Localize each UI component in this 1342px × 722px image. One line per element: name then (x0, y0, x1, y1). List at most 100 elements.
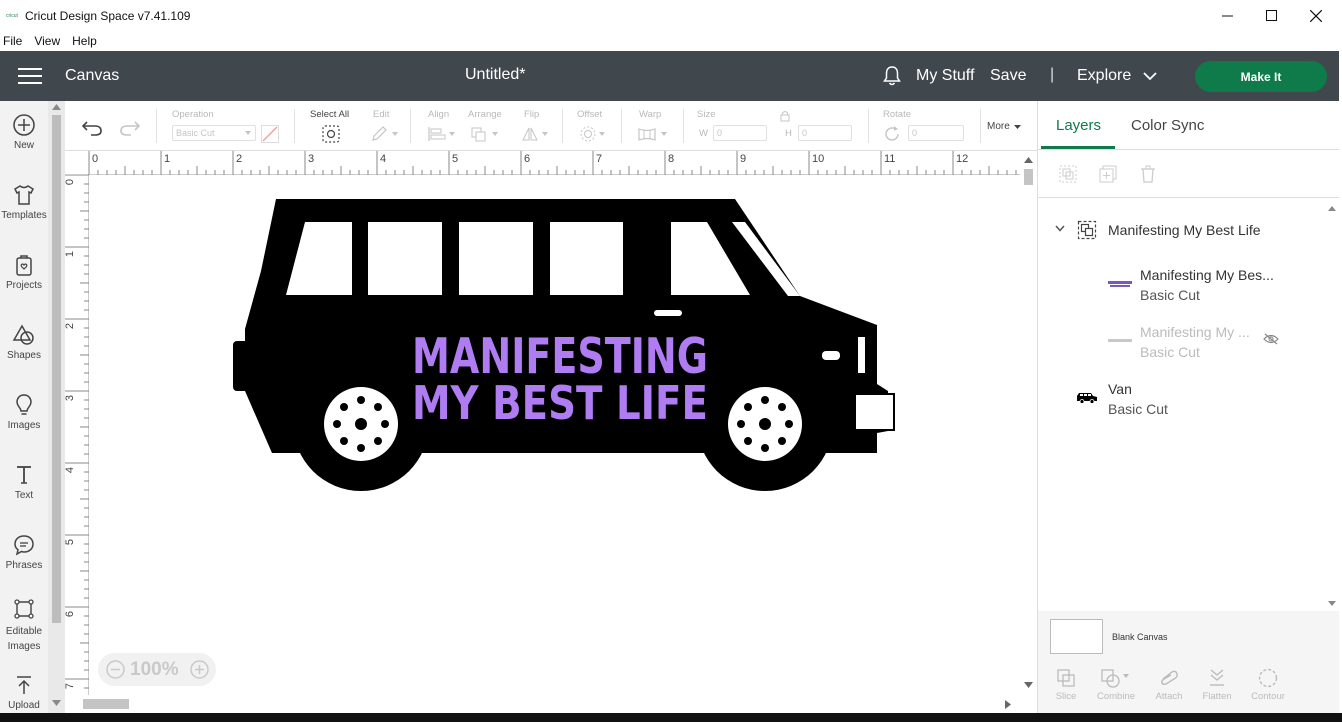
van-design[interactable]: MANIFESTING MY BEST LIFE (65, 151, 1020, 695)
rotate-input[interactable]: 0 (908, 125, 964, 141)
zoom-in-icon[interactable] (190, 660, 209, 679)
duplicate-icon[interactable] (1098, 164, 1118, 184)
sidebar-item-new[interactable]: New (0, 113, 48, 151)
sidebar-scroll-thumb[interactable] (52, 115, 61, 623)
van-thumbnail-icon (1077, 393, 1097, 404)
blank-canvas-row[interactable]: Blank Canvas (1038, 611, 1340, 661)
more-menu[interactable]: More (987, 121, 1010, 132)
blank-canvas-swatch[interactable] (1050, 619, 1103, 654)
attach-button[interactable]: Attach (1144, 667, 1194, 702)
sidebar-item-label: Templates (1, 210, 47, 221)
manifesting-text-layer[interactable]: MANIFESTING MY BEST LIFE (412, 328, 708, 430)
minimize-button[interactable] (1204, 0, 1250, 31)
arrange-icon[interactable] (470, 126, 498, 142)
select-all-label[interactable]: Select All (310, 109, 349, 120)
group-icon[interactable] (1058, 164, 1078, 184)
sidebar-item-label: Images (7, 420, 41, 431)
edit-toolbar: Operation Basic Cut Select All Edit Alig… (65, 101, 1037, 151)
scroll-down-arrow-icon[interactable] (52, 700, 61, 706)
trash-icon[interactable] (1138, 164, 1158, 184)
sidebar-item-text[interactable]: Text (0, 463, 48, 501)
sidebar-item-projects[interactable]: Projects (0, 253, 48, 291)
design-canvas[interactable]: 0 1 2 3 4 5 6 7 8 9 10 11 12 0 1 2 3 4 5… (65, 151, 1020, 695)
save-button[interactable]: Save (990, 67, 1026, 85)
notification-bell-icon[interactable] (882, 65, 902, 87)
toolbar-divider (980, 109, 981, 143)
explore-menu[interactable]: Explore (1077, 67, 1131, 85)
edit-pen-icon[interactable] (370, 125, 398, 143)
flatten-icon (1210, 669, 1224, 686)
zoom-out-icon[interactable] (106, 660, 125, 679)
color-swatch-icon[interactable] (261, 125, 279, 143)
operation-select[interactable]: Basic Cut (172, 125, 256, 141)
rotate-icon[interactable] (883, 125, 901, 143)
title-bar: cricut Cricut Design Space v7.41.109 (0, 0, 1342, 31)
sidebar-item-shapes[interactable]: Shapes (0, 323, 48, 361)
document-title[interactable]: Untitled* (465, 66, 525, 84)
undo-icon[interactable] (81, 118, 103, 136)
align-icon[interactable] (427, 126, 455, 142)
menu-view[interactable]: View (32, 34, 66, 48)
scroll-right-arrow-icon[interactable] (1005, 700, 1011, 709)
size-label: Size (697, 109, 716, 120)
close-button[interactable] (1293, 0, 1339, 31)
sidebar-scrollbar[interactable] (48, 101, 65, 713)
rotate-label: Rotate (883, 109, 911, 120)
select-all-icon[interactable] (322, 125, 340, 143)
contour-label: Contour (1251, 691, 1285, 702)
minimize-icon (1221, 15, 1233, 17)
sidebar-item-images[interactable]: Images (0, 393, 48, 431)
chevron-down-icon[interactable] (1143, 71, 1157, 81)
layers-scrollbar[interactable] (1324, 199, 1340, 609)
toolbar-divider (683, 109, 684, 143)
warp-icon[interactable] (637, 126, 669, 142)
make-it-button[interactable]: Make It (1195, 61, 1327, 92)
sidebar-item-upload[interactable]: Upload (0, 673, 48, 711)
sidebar-item-editable-images[interactable]: Editable Images (0, 597, 48, 654)
menu-bar: File View Help (0, 31, 1342, 51)
canvas-vertical-scrollbar[interactable] (1020, 151, 1037, 695)
height-input[interactable]: 0 (798, 125, 852, 141)
canvas-horizontal-scrollbar[interactable] (65, 695, 1020, 713)
arrange-label: Arrange (468, 109, 502, 120)
scroll-up-arrow-icon[interactable] (1024, 157, 1033, 163)
my-stuff-link[interactable]: My Stuff (916, 67, 974, 85)
flatten-button[interactable]: Flatten (1192, 667, 1242, 702)
layers-list: Manifesting My Best Life Manifesting My … (1038, 199, 1324, 609)
scroll-down-arrow-icon[interactable] (1328, 601, 1336, 606)
maximize-button[interactable] (1248, 0, 1294, 31)
hamburger-menu-icon[interactable] (18, 68, 42, 84)
flip-label: Flip (524, 109, 540, 120)
menu-file[interactable]: File (1, 34, 28, 48)
height-value: 0 (802, 128, 808, 138)
flatten-label: Flatten (1202, 691, 1232, 702)
combine-button[interactable]: Combine (1091, 667, 1141, 702)
slice-button[interactable]: Slice (1041, 667, 1091, 702)
design-text-line2[interactable]: MY BEST LIFE (412, 376, 708, 430)
tab-layers[interactable]: Layers (1056, 117, 1101, 134)
window-title: Cricut Design Space v7.41.109 (25, 8, 191, 23)
eye-hidden-icon[interactable] (1263, 333, 1279, 345)
offset-icon[interactable] (579, 125, 607, 143)
blank-canvas-label: Blank Canvas (1112, 632, 1168, 642)
section-title: Canvas (65, 67, 120, 84)
shirt-icon (14, 185, 34, 205)
sidebar-item-phrases[interactable]: Phrases (0, 533, 48, 571)
width-input[interactable]: 0 (713, 125, 767, 141)
chevron-down-icon[interactable] (1014, 125, 1021, 129)
scroll-down-arrow-icon[interactable] (1024, 682, 1033, 688)
tab-color-sync[interactable]: Color Sync (1131, 117, 1204, 134)
scroll-up-arrow-icon[interactable] (1328, 206, 1336, 211)
lock-icon[interactable] (780, 110, 790, 122)
horizontal-scroll-thumb[interactable] (83, 699, 129, 709)
redo-icon[interactable] (119, 118, 141, 136)
sidebar-item-templates[interactable]: Templates (0, 183, 48, 221)
contour-button[interactable]: Contour (1243, 667, 1293, 702)
scroll-up-arrow-icon[interactable] (52, 104, 61, 110)
menu-help[interactable]: Help (70, 34, 103, 48)
flip-icon[interactable] (522, 126, 550, 142)
vertical-scroll-thumb[interactable] (1024, 169, 1033, 185)
align-label: Align (428, 109, 450, 120)
app-header: Canvas Untitled* My Stuff Save | Explore… (0, 51, 1339, 101)
chevron-down-icon[interactable] (1055, 225, 1065, 232)
